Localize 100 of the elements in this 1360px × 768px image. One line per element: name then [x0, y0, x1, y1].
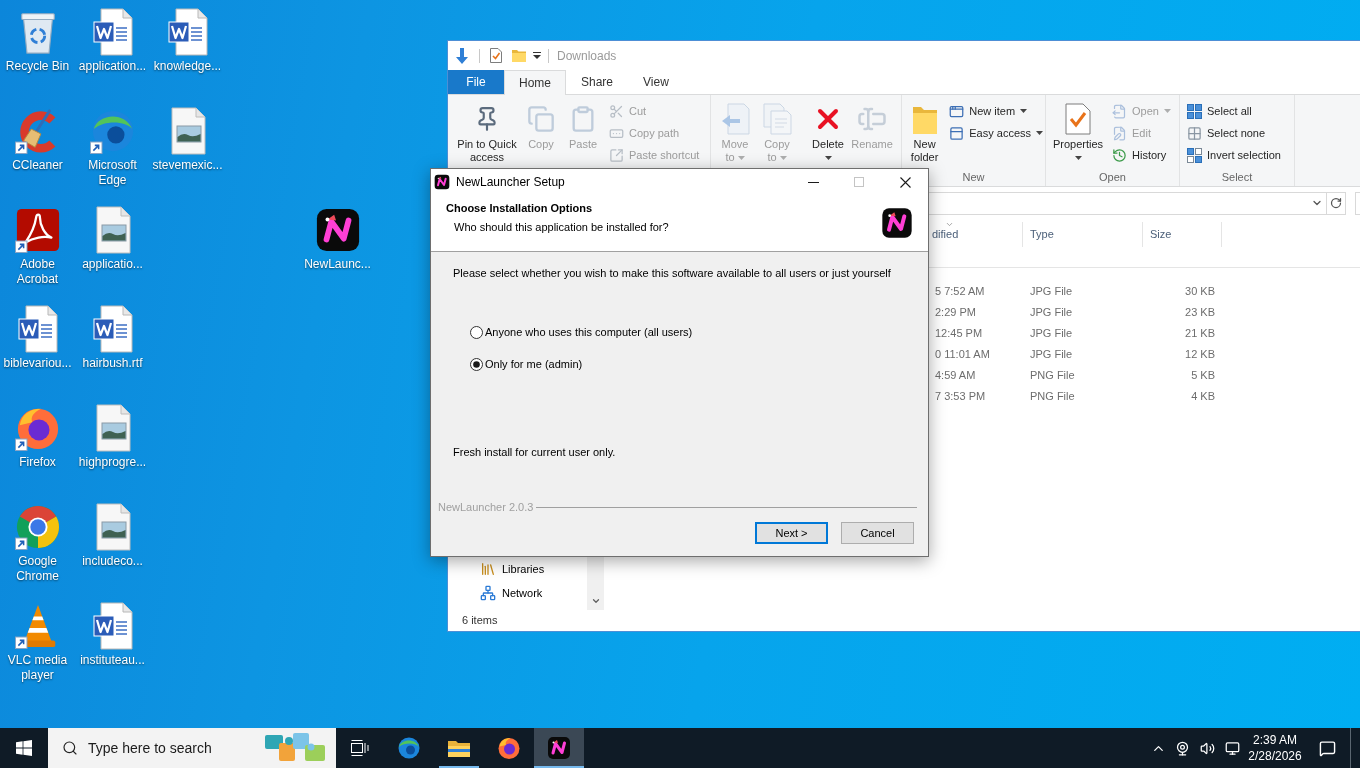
ribbon-tab[interactable]: Share: [566, 70, 629, 94]
nav-item[interactable]: Libraries: [502, 560, 545, 578]
radio-label[interactable]: Only for me (admin): [485, 356, 583, 372]
caret-icon[interactable]: [824, 156, 832, 161]
file-menu-tab[interactable]: File: [448, 70, 504, 94]
frames-icon[interactable]: [351, 740, 369, 756]
newlauncher-icon: [881, 207, 913, 239]
ribbon-group-label: New: [962, 170, 985, 186]
dialog-note: Fresh install for current user only.: [453, 445, 617, 460]
desktop-icon-label[interactable]: instituteau...: [80, 653, 145, 668]
refresh-button[interactable]: [1327, 191, 1346, 215]
desktop-icon-label[interactable]: highprogre...: [78, 455, 147, 470]
dialog-button[interactable]: Cancel: [841, 522, 914, 544]
desktop-icon-label[interactable]: application...: [78, 59, 147, 74]
webcam-icon[interactable]: [1175, 740, 1190, 756]
desktop-icon-label[interactable]: Firefox: [19, 455, 56, 470]
taskbar-app-button[interactable]: [534, 728, 584, 768]
ribbon-tab[interactable]: View: [628, 70, 684, 94]
checked-page-icon[interactable]: [490, 48, 502, 63]
dialog-button[interactable]: Next >: [755, 522, 828, 544]
checked-page-icon[interactable]: [1065, 103, 1091, 135]
column-header[interactable]: Size: [1143, 222, 1222, 247]
minimize-icon[interactable]: [807, 181, 819, 183]
radio-button[interactable]: [470, 325, 483, 339]
desktop-icon-label[interactable]: knowledge...: [153, 59, 222, 74]
speech-bubble-icon[interactable]: [1319, 739, 1336, 757]
radio-button[interactable]: [470, 357, 483, 371]
firefox-icon[interactable]: [497, 736, 521, 760]
clock-date[interactable]: 2/28/2026: [1248, 748, 1302, 764]
radio-label[interactable]: Anyone who uses this computer (all users): [485, 324, 693, 340]
dialog-title: NewLauncher Setup: [456, 174, 565, 191]
table-cell-text: PNG File: [1029, 368, 1076, 384]
clock-time[interactable]: 2:39 AM: [1253, 732, 1297, 748]
status-text: 6 items: [462, 613, 498, 629]
ribbon-button[interactable]: New item: [947, 100, 1045, 122]
edge-icon[interactable]: [89, 108, 136, 154]
newlauncher-icon[interactable]: [314, 207, 361, 253]
history-icon[interactable]: [1112, 147, 1127, 163]
table-cell-text: 30 KB: [1184, 284, 1216, 300]
document-icon[interactable]: [92, 8, 133, 56]
ribbon-button[interactable]: Select all: [1185, 100, 1283, 122]
ribbon-button[interactable]: History: [1110, 144, 1173, 166]
nav-item[interactable]: Network: [502, 584, 543, 602]
ribbon-button[interactable]: Delete: [806, 95, 850, 169]
edge-icon[interactable]: [397, 736, 421, 760]
chrome-icon[interactable]: [14, 504, 61, 550]
dialog-subheading: Who should this application be installed for?: [454, 220, 669, 235]
monitor-icon[interactable]: [1225, 740, 1240, 756]
column-header[interactable]: Type: [1023, 222, 1143, 247]
desktop-icon-label[interactable]: Recycle Bin: [5, 59, 70, 74]
document-icon[interactable]: [92, 305, 133, 353]
grid-icon[interactable]: [1187, 103, 1202, 119]
desktop-icon-label[interactable]: biblevariou...: [3, 356, 72, 371]
dialog-prompt: Please select whether you wish to make this software available to all users or just yourself: [453, 266, 892, 281]
panel-icon[interactable]: [949, 125, 965, 141]
library-icon[interactable]: [480, 561, 496, 577]
caret-icon[interactable]: [533, 52, 541, 59]
table-cell-text: JPG File: [1029, 347, 1074, 363]
caret-icon[interactable]: [1020, 109, 1028, 113]
window-icon[interactable]: [949, 103, 965, 119]
desktop-icon-label[interactable]: includeco...: [82, 554, 143, 569]
close-icon[interactable]: [899, 176, 911, 188]
table-cell-text: 4 KB: [1190, 389, 1216, 405]
ribbon-group-label: Select: [1221, 170, 1253, 186]
desktop-icon-label[interactable]: CCleaner: [12, 158, 63, 173]
half-grid-icon[interactable]: [1187, 147, 1202, 163]
desktop-icon-label[interactable]: NewLaunc...: [304, 257, 371, 272]
desktop-icon-label[interactable]: hairbush.rtf: [82, 356, 143, 371]
ribbon-button[interactable]: Pin to Quick access: [452, 95, 522, 169]
desktop-icon-label[interactable]: applicatio...: [82, 257, 143, 272]
document-icon[interactable]: [167, 8, 208, 56]
document-icon[interactable]: [17, 305, 58, 353]
caret-icon[interactable]: [1074, 156, 1082, 161]
table-cell-text: 2:29 PM: [934, 305, 977, 321]
acrobat-icon[interactable]: [14, 207, 61, 253]
refresh-icon[interactable]: [1330, 197, 1342, 209]
folder-icon[interactable]: [447, 738, 471, 758]
table-cell-text: JPG File: [1029, 284, 1074, 300]
ribbon-button[interactable]: Invert selection: [1185, 144, 1283, 166]
newlauncher-icon[interactable]: [547, 736, 571, 760]
grid-outline-icon[interactable]: [1187, 125, 1202, 141]
ribbon-button[interactable]: Easy access: [947, 122, 1045, 144]
volume-icon[interactable]: [1200, 740, 1215, 756]
desktop-icon-label[interactable]: Google Chrome: [0, 554, 75, 584]
desktop-icon-label[interactable]: Microsoft Edge: [75, 158, 150, 188]
document-icon[interactable]: [92, 602, 133, 650]
search-field[interactable]: [1355, 191, 1360, 215]
window-panes-icon[interactable]: [16, 740, 32, 756]
ribbon-button[interactable]: New folder: [905, 95, 945, 169]
ribbon-button[interactable]: Select none: [1185, 122, 1283, 144]
caret-icon[interactable]: [1036, 131, 1043, 135]
ribbon-button[interactable]: Properties: [1049, 95, 1107, 169]
desktop-icon-label[interactable]: VLC media player: [0, 653, 75, 683]
ribbon-group-label: Open: [1099, 170, 1126, 186]
ribbon-tab[interactable]: Home: [504, 70, 566, 95]
down-arrow-icon[interactable]: [455, 47, 469, 64]
network-icon[interactable]: [480, 585, 496, 601]
desktop-icon-label[interactable]: Adobe Acrobat: [0, 257, 75, 287]
table-cell-text: 7 3:53 PM: [934, 389, 987, 405]
desktop-icon-label[interactable]: stevemexic...: [152, 158, 223, 173]
